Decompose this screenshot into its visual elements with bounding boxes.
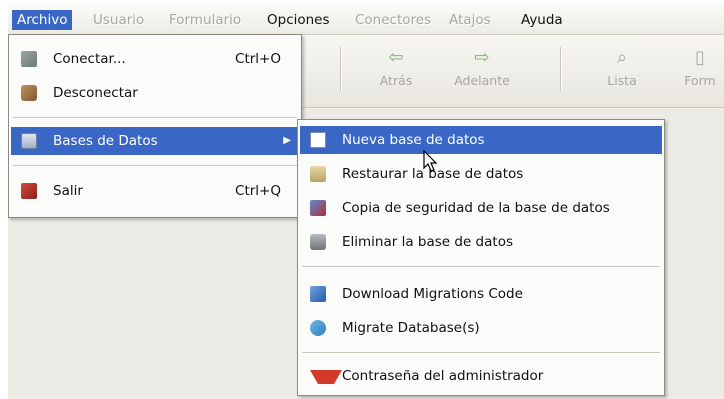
menu-item-copia-seguridad[interactable]: Copia de seguridad de la base de datos	[300, 194, 662, 222]
menu-opciones[interactable]: Opciones	[262, 10, 335, 30]
folder-icon	[310, 166, 326, 182]
menu-atajos[interactable]: Atajos	[444, 10, 496, 30]
menu-archivo[interactable]: Archivo	[12, 10, 73, 30]
toolbar-separator	[560, 47, 562, 91]
window-edge	[0, 0, 8, 399]
magnifier-icon: ⌕	[616, 47, 628, 68]
menu-separator	[302, 352, 660, 354]
menu-item-migrate-database[interactable]: Migrate Database(s)	[300, 314, 662, 342]
menu-item-nueva-base[interactable]: Nueva base de datos	[300, 126, 662, 154]
forward-button[interactable]: ⇨ Adelante	[450, 47, 514, 88]
disconnect-icon	[21, 85, 37, 101]
submenu-arrow-icon: ▶	[283, 135, 291, 146]
menu-separator	[13, 117, 297, 119]
menu-item-label: Bases de Datos	[53, 133, 158, 149]
bases-de-datos-submenu: Nueva base de datos Restaurar la base de…	[297, 119, 665, 396]
menu-item-bases-de-datos[interactable]: Bases de Datos ▶	[11, 127, 299, 155]
menu-bar: Archivo Usuario Formulario Opciones Cone…	[8, 4, 724, 35]
menu-item-label: Desconectar	[53, 85, 138, 101]
download-icon	[310, 286, 326, 302]
menu-conectores[interactable]: Conectores	[350, 10, 436, 30]
menu-item-desconectar[interactable]: Desconectar	[11, 79, 299, 107]
new-document-icon	[310, 132, 326, 148]
trash-icon	[310, 234, 326, 250]
menu-item-label: Salir	[53, 183, 83, 199]
menu-formulario[interactable]: Formulario	[164, 10, 246, 30]
menu-item-conectar[interactable]: Conectar... Ctrl+O	[11, 45, 299, 73]
menu-item-contrasena-admin[interactable]: Contraseña del administrador	[300, 362, 662, 390]
menu-separator	[302, 266, 660, 268]
back-button[interactable]: ⇦ Atrás	[364, 47, 428, 88]
menu-item-salir[interactable]: Salir Ctrl+Q	[11, 177, 299, 205]
menu-usuario[interactable]: Usuario	[88, 10, 149, 30]
migrate-icon	[310, 320, 326, 336]
list-label: Lista	[607, 73, 637, 88]
password-icon	[310, 370, 342, 399]
menu-item-label: Download Migrations Code	[342, 286, 523, 302]
backup-icon	[310, 200, 326, 216]
menu-item-label: Conectar...	[53, 51, 126, 67]
back-label: Atrás	[379, 73, 413, 88]
shortcut-label: Ctrl+Q	[235, 183, 281, 199]
shortcut-label: Ctrl+O	[235, 51, 281, 67]
database-icon	[21, 133, 37, 149]
menu-item-restaurar[interactable]: Restaurar la base de datos	[300, 160, 662, 188]
form-button[interactable]: ▯ Form	[668, 47, 724, 88]
archivo-menu: Conectar... Ctrl+O Desconectar Bases de …	[8, 34, 302, 218]
menu-item-label: Nueva base de datos	[342, 132, 485, 148]
arrow-left-icon: ⇦	[388, 47, 404, 68]
menu-item-label: Contraseña del administrador	[342, 368, 544, 384]
connect-icon	[21, 51, 37, 67]
menu-item-label: Eliminar la base de datos	[342, 234, 513, 250]
arrow-right-icon: ⇨	[474, 47, 490, 68]
forward-label: Adelante	[454, 73, 510, 88]
form-label: Form	[684, 73, 716, 88]
menu-item-eliminar[interactable]: Eliminar la base de datos	[300, 228, 662, 256]
menu-separator	[13, 165, 297, 167]
menu-ayuda[interactable]: Ayuda	[516, 10, 568, 30]
form-icon: ▯	[695, 47, 705, 68]
toolbar-separator	[340, 47, 342, 91]
menu-item-download-migrations[interactable]: Download Migrations Code	[300, 280, 662, 308]
menu-item-label: Migrate Database(s)	[342, 320, 480, 336]
list-button[interactable]: ⌕ Lista	[590, 47, 654, 88]
app-window: Archivo Usuario Formulario Opciones Cone…	[0, 0, 724, 399]
menu-item-label: Copia de seguridad de la base de datos	[342, 200, 610, 216]
exit-icon	[21, 183, 37, 199]
